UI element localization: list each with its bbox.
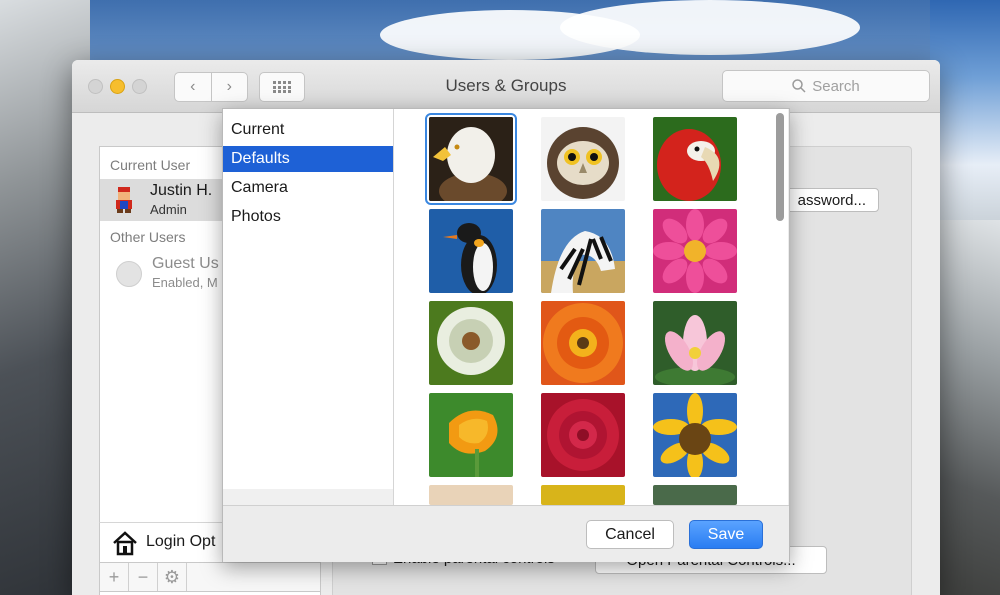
search-placeholder: Search xyxy=(812,77,860,95)
orange-gerbera-picture xyxy=(541,301,625,385)
gear-icon: ⚙ xyxy=(163,566,181,587)
source-current[interactable]: Current xyxy=(223,117,393,143)
remove-user-button[interactable]: − xyxy=(129,563,158,591)
login-options-label: Login Opt xyxy=(146,533,216,550)
house-icon xyxy=(113,531,137,556)
user-list-toolbar: + − ⚙ xyxy=(99,562,321,592)
source-defaults[interactable]: Defaults xyxy=(223,146,393,172)
action-menu-button[interactable]: ⚙ xyxy=(158,563,187,591)
minus-icon: − xyxy=(137,566,149,587)
source-camera[interactable]: Camera xyxy=(223,175,393,201)
penguin-picture xyxy=(429,209,513,293)
wallpaper-cloud xyxy=(560,0,860,55)
picture-source-list: Current Defaults Camera Photos xyxy=(223,109,394,489)
picture-owl[interactable] xyxy=(541,117,625,201)
picture-lotus[interactable] xyxy=(653,301,737,385)
change-password-button[interactable]: assword... xyxy=(777,188,879,212)
guest-user-name: Guest Us xyxy=(152,255,219,272)
dandelion-picture xyxy=(429,301,513,385)
picture-parrot[interactable] xyxy=(653,117,737,201)
search-field[interactable]: Search xyxy=(722,70,930,102)
picture-gallery xyxy=(394,109,788,505)
pink-dahlia-picture xyxy=(653,209,737,293)
save-button[interactable]: Save xyxy=(689,520,763,549)
parrot-picture xyxy=(653,117,737,201)
eagle-picture xyxy=(429,117,513,201)
red-rose-picture xyxy=(541,393,625,477)
sunflower-picture xyxy=(653,393,737,477)
wallpaper-sky-right xyxy=(930,0,1000,220)
picture-zebra[interactable] xyxy=(541,209,625,293)
current-user-role: Admin xyxy=(150,202,187,217)
picture-red-rose[interactable] xyxy=(541,393,625,477)
sheet-footer: Cancel Save xyxy=(223,505,789,562)
titlebar: ‹ › Users & Groups Search xyxy=(72,60,940,113)
picture-partial-1[interactable] xyxy=(429,485,513,505)
picture-orange-gerbera[interactable] xyxy=(541,301,625,385)
picture-eagle[interactable] xyxy=(425,113,517,205)
picture-partial-3[interactable] xyxy=(653,485,737,505)
lotus-picture xyxy=(653,301,737,385)
picture-sunflower[interactable] xyxy=(653,393,737,477)
guest-user-status: Enabled, M xyxy=(152,275,218,290)
cancel-button[interactable]: Cancel xyxy=(586,520,674,549)
gallery-scrollbar[interactable] xyxy=(776,113,784,221)
picture-partial-2[interactable] xyxy=(541,485,625,505)
picture-picker-sheet: Current Defaults Camera Photos Cancel Sa… xyxy=(222,108,790,562)
zebra-picture xyxy=(541,209,625,293)
plus-icon: + xyxy=(108,566,120,587)
search-icon xyxy=(792,79,806,93)
wallpaper-mountain-right xyxy=(930,220,1000,595)
current-user-label: Current User xyxy=(110,157,191,173)
picture-dandelion[interactable] xyxy=(429,301,513,385)
mario-avatar-icon xyxy=(116,187,132,213)
yellow-poppy-picture xyxy=(429,393,513,477)
picture-pink-dahlia[interactable] xyxy=(653,209,737,293)
current-user-name: Justin H. xyxy=(150,182,213,199)
picture-yellow-poppy[interactable] xyxy=(429,393,513,477)
owl-picture xyxy=(541,117,625,201)
source-photos[interactable]: Photos xyxy=(223,204,393,230)
guest-avatar-icon xyxy=(116,261,142,287)
other-users-label: Other Users xyxy=(110,229,186,245)
picture-penguin[interactable] xyxy=(429,209,513,293)
add-user-button[interactable]: + xyxy=(100,563,129,591)
source-list-footer xyxy=(223,489,394,505)
